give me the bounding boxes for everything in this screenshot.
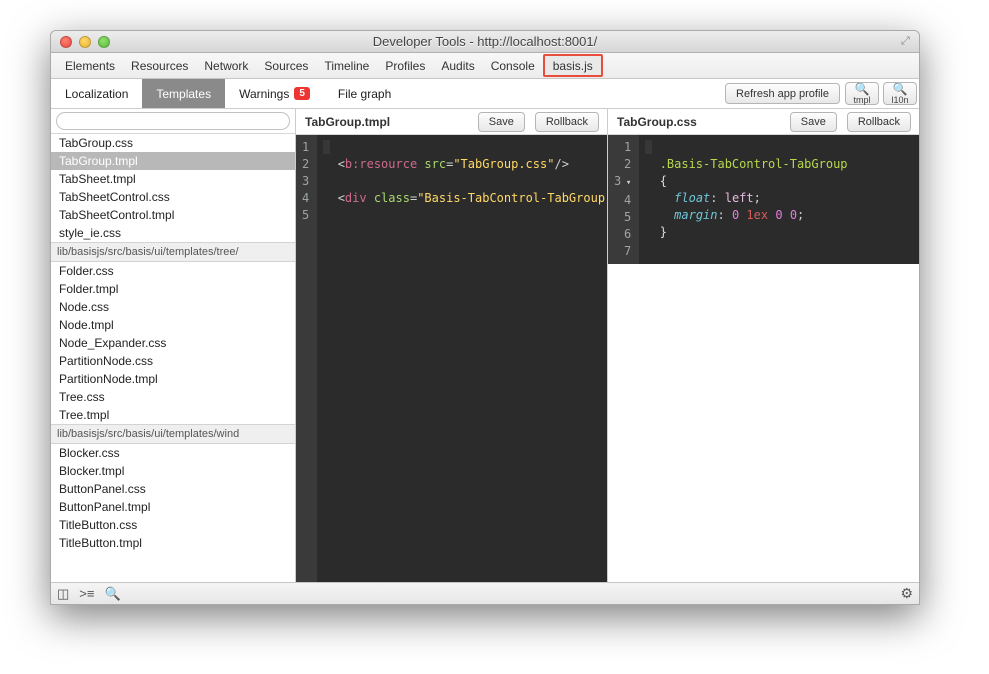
file-item[interactable]: TitleButton.tmpl: [51, 534, 295, 552]
traffic-lights: [51, 36, 110, 48]
gutter: 12345: [296, 135, 317, 582]
file-item[interactable]: TabSheet.tmpl: [51, 170, 295, 188]
search-icon: 🔍: [893, 83, 908, 95]
file-group-header[interactable]: lib/basisjs/src/basis/ui/templates/tree/: [51, 242, 295, 262]
devtools-window: Developer Tools - http://localhost:8001/…: [50, 30, 920, 605]
file-item[interactable]: ButtonPanel.tmpl: [51, 498, 295, 516]
titlebar: Developer Tools - http://localhost:8001/…: [51, 31, 919, 53]
sidebar: 🔍 TabGroup.css TabGroup.tmpl TabSheet.tm…: [51, 109, 296, 582]
statusbar: ◫ >≡ 🔍 ⚙: [51, 582, 919, 604]
editors: TabGroup.tmpl Save Rollback 12345 <b:res…: [296, 109, 919, 582]
save-button[interactable]: Save: [790, 112, 837, 132]
tab-profiles[interactable]: Profiles: [377, 53, 433, 78]
editor-right: TabGroup.css Save Rollback 123▾4567 .Bas…: [608, 109, 919, 582]
editor-left: TabGroup.tmpl Save Rollback 12345 <b:res…: [296, 109, 608, 582]
subtab-templates[interactable]: Templates: [142, 79, 225, 108]
panel-tabs: Localization Templates Warnings 5 File g…: [51, 79, 919, 109]
gear-icon[interactable]: ⚙: [900, 585, 913, 602]
tab-elements[interactable]: Elements: [57, 53, 123, 78]
rollback-button[interactable]: Rollback: [847, 112, 911, 132]
code-editor[interactable]: 123▾4567 .Basis-TabControl-TabGroup { fl…: [608, 135, 919, 264]
file-item[interactable]: TabSheetControl.css: [51, 188, 295, 206]
subtab-localization[interactable]: Localization: [51, 79, 142, 108]
file-item[interactable]: PartitionNode.tmpl: [51, 370, 295, 388]
editor-header: TabGroup.tmpl Save Rollback: [296, 109, 607, 135]
source[interactable]: <b:resource src="TabGroup.css"/> <div cl…: [317, 135, 607, 582]
window-title: Developer Tools - http://localhost:8001/: [51, 34, 919, 49]
refresh-button[interactable]: Refresh app profile: [725, 83, 840, 104]
code-editor[interactable]: 12345 <b:resource src="TabGroup.css"/> <…: [296, 135, 607, 582]
tab-audits[interactable]: Audits: [433, 53, 482, 78]
file-item[interactable]: style_ie.css: [51, 224, 295, 242]
fold-icon[interactable]: ▾: [624, 175, 631, 192]
file-item[interactable]: Blocker.tmpl: [51, 462, 295, 480]
file-item[interactable]: Folder.tmpl: [51, 280, 295, 298]
file-item[interactable]: Blocker.css: [51, 444, 295, 462]
minimize-icon[interactable]: [79, 36, 91, 48]
rollback-button[interactable]: Rollback: [535, 112, 599, 132]
dock-icon[interactable]: ◫: [57, 586, 69, 602]
file-item[interactable]: TitleButton.css: [51, 516, 295, 534]
subtab-filegraph[interactable]: File graph: [324, 79, 405, 108]
tab-sources[interactable]: Sources: [256, 53, 316, 78]
search-l10n-button[interactable]: 🔍 l10n: [883, 82, 917, 105]
tab-resources[interactable]: Resources: [123, 53, 196, 78]
tab-network[interactable]: Network: [196, 53, 256, 78]
body: 🔍 TabGroup.css TabGroup.tmpl TabSheet.tm…: [51, 109, 919, 582]
file-item[interactable]: ButtonPanel.css: [51, 480, 295, 498]
file-item-selected[interactable]: TabGroup.tmpl: [51, 152, 295, 170]
file-item[interactable]: Node_Expander.css: [51, 334, 295, 352]
file-item[interactable]: Tree.tmpl: [51, 406, 295, 424]
search-input[interactable]: [56, 112, 290, 130]
file-item[interactable]: TabSheetControl.tmpl: [51, 206, 295, 224]
warnings-badge: 5: [294, 87, 310, 100]
file-item[interactable]: Node.css: [51, 298, 295, 316]
save-button[interactable]: Save: [478, 112, 525, 132]
editor-filename: TabGroup.css: [613, 115, 697, 129]
editor-header: TabGroup.css Save Rollback: [608, 109, 919, 135]
tab-console[interactable]: Console: [483, 53, 543, 78]
file-list: TabGroup.css TabGroup.tmpl TabSheet.tmpl…: [51, 134, 295, 582]
file-item[interactable]: TabGroup.css: [51, 134, 295, 152]
subtab-warnings[interactable]: Warnings 5: [225, 79, 324, 108]
zoom-icon[interactable]: [98, 36, 110, 48]
tmpl-label: tmpl: [853, 95, 870, 105]
tab-timeline[interactable]: Timeline: [316, 53, 377, 78]
file-item[interactable]: Folder.css: [51, 262, 295, 280]
warnings-label: Warnings: [239, 87, 289, 101]
search-icon[interactable]: 🔍: [104, 586, 120, 602]
search-tmpl-button[interactable]: 🔍 tmpl: [845, 82, 879, 105]
console-icon[interactable]: >≡: [79, 586, 94, 601]
tab-basisjs[interactable]: basis.js: [553, 56, 593, 75]
editor-empty-area: [608, 264, 919, 582]
gutter: 123▾4567: [608, 135, 639, 264]
expand-icon[interactable]: ⤢: [901, 35, 913, 47]
file-item[interactable]: PartitionNode.css: [51, 352, 295, 370]
file-group-header[interactable]: lib/basisjs/src/basis/ui/templates/wind: [51, 424, 295, 444]
file-item[interactable]: Node.tmpl: [51, 316, 295, 334]
devtools-tabs: Elements Resources Network Sources Timel…: [51, 53, 919, 79]
file-item[interactable]: Tree.css: [51, 388, 295, 406]
tab-basisjs-highlight: basis.js: [543, 54, 603, 77]
editor-filename: TabGroup.tmpl: [301, 115, 390, 129]
search-icon: 🔍: [855, 83, 870, 95]
l10n-label: l10n: [891, 95, 908, 105]
close-icon[interactable]: [60, 36, 72, 48]
source[interactable]: .Basis-TabControl-TabGroup { float: left…: [639, 135, 919, 264]
